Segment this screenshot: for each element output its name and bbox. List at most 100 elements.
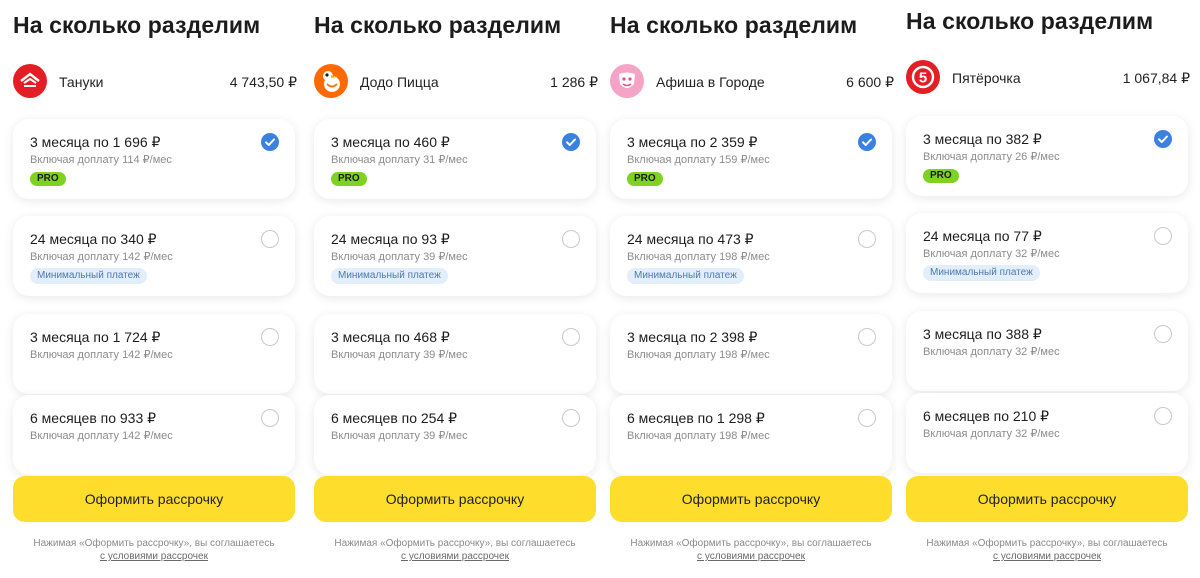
- terms-link[interactable]: с условиями рассрочек: [993, 551, 1101, 562]
- installment-option[interactable]: 24 месяца по 77 ₽ Включая доплату 32 ₽/м…: [906, 213, 1188, 293]
- radio-button[interactable]: [261, 409, 279, 427]
- terms-link[interactable]: с условиями рассрочек: [100, 551, 208, 562]
- option-sublabel: Включая доплату 39 ₽/мес: [331, 251, 468, 263]
- option-sublabel: Включая доплату 26 ₽/мес: [923, 151, 1060, 163]
- min-payment-badge: Минимальный платеж: [30, 268, 147, 284]
- option-label: 6 месяцев по 1 298 ₽: [627, 410, 765, 426]
- installment-option[interactable]: 3 месяца по 1 724 ₽ Включая доплату 142 …: [13, 314, 295, 394]
- checkmark-icon[interactable]: [562, 133, 580, 151]
- option-label: 3 месяца по 1 696 ₽: [30, 134, 161, 150]
- option-label: 24 месяца по 473 ₽: [627, 231, 754, 247]
- page-title: На сколько разделим: [610, 12, 858, 38]
- min-payment-badge: Минимальный платеж: [923, 265, 1040, 281]
- merchant-name: Додо Пицца: [360, 74, 439, 90]
- option-label: 3 месяца по 2 359 ₽: [627, 134, 758, 150]
- terms-link[interactable]: с условиями рассрочек: [401, 551, 509, 562]
- checkmark-icon[interactable]: [261, 133, 279, 151]
- installment-option[interactable]: 24 месяца по 473 ₽ Включая доплату 198 ₽…: [610, 216, 892, 296]
- checkout-installment-button[interactable]: Оформить рассрочку: [610, 476, 892, 522]
- option-sublabel: Включая доплату 198 ₽/мес: [627, 251, 770, 263]
- radio-button[interactable]: [858, 230, 876, 248]
- option-sublabel: Включая доплату 31 ₽/мес: [331, 154, 468, 166]
- radio-button[interactable]: [858, 409, 876, 427]
- checkout-installment-button[interactable]: Оформить рассрочку: [906, 476, 1188, 522]
- option-label: 3 месяца по 2 398 ₽: [627, 329, 758, 345]
- checkmark-icon[interactable]: [1154, 130, 1172, 148]
- option-label: 24 месяца по 93 ₽: [331, 231, 450, 247]
- pro-badge: PRO: [923, 169, 959, 183]
- option-label: 6 месяцев по 933 ₽: [30, 410, 157, 426]
- option-sublabel: Включая доплату 39 ₽/мес: [331, 349, 468, 361]
- option-sublabel: Включая доплату 142 ₽/мес: [30, 349, 173, 361]
- legal-note: Нажимая «Оформить рассрочку», вы соглаша…: [906, 537, 1188, 563]
- radio-button[interactable]: [1154, 407, 1172, 425]
- tanuki-logo-icon: [13, 64, 47, 98]
- terms-link[interactable]: с условиями рассрочек: [697, 551, 805, 562]
- page-title: На сколько разделим: [13, 12, 261, 38]
- option-label: 3 месяца по 382 ₽: [923, 131, 1042, 147]
- installment-panel-tanuki: На сколько разделим Тануки 4 743,50 ₽ 3 …: [13, 0, 299, 578]
- installment-option[interactable]: 6 месяцев по 254 ₽ Включая доплату 39 ₽/…: [314, 395, 596, 475]
- option-sublabel: Включая доплату 32 ₽/мес: [923, 346, 1060, 358]
- page-title: На сколько разделим: [314, 12, 562, 38]
- installment-option[interactable]: 3 месяца по 388 ₽ Включая доплату 32 ₽/м…: [906, 311, 1188, 391]
- merchant-amount: 6 600 ₽: [846, 74, 894, 90]
- option-sublabel: Включая доплату 142 ₽/мес: [30, 251, 173, 263]
- radio-button[interactable]: [1154, 227, 1172, 245]
- radio-button[interactable]: [562, 409, 580, 427]
- option-label: 6 месяцев по 254 ₽: [331, 410, 458, 426]
- legal-text: Нажимая «Оформить рассрочку», вы соглаша…: [33, 538, 275, 549]
- radio-button[interactable]: [562, 230, 580, 248]
- installment-option[interactable]: 24 месяца по 93 ₽ Включая доплату 39 ₽/м…: [314, 216, 596, 296]
- legal-text: Нажимая «Оформить рассрочку», вы соглаша…: [926, 538, 1168, 549]
- checkout-installment-button[interactable]: Оформить рассрочку: [314, 476, 596, 522]
- installment-option[interactable]: 3 месяца по 1 696 ₽ Включая доплату 114 …: [13, 119, 295, 199]
- radio-button[interactable]: [261, 230, 279, 248]
- option-sublabel: Включая доплату 114 ₽/мес: [30, 154, 172, 166]
- installment-option[interactable]: 3 месяца по 2 398 ₽ Включая доплату 198 …: [610, 314, 892, 394]
- page-title: На сколько разделим: [906, 8, 1154, 34]
- dodo-logo-icon: [314, 64, 348, 98]
- installment-option[interactable]: 3 месяца по 468 ₽ Включая доплату 39 ₽/м…: [314, 314, 596, 394]
- pro-badge: PRO: [30, 172, 66, 186]
- installment-panel-dodo: На сколько разделим Додо Пицца 1 286 ₽ 3…: [314, 0, 600, 578]
- option-sublabel: Включая доплату 159 ₽/мес: [627, 154, 770, 166]
- installment-panel-afisha: На сколько разделим Афиша в Городе 6 600…: [610, 0, 896, 578]
- option-label: 3 месяца по 388 ₽: [923, 326, 1042, 342]
- installment-panel-pyaterochka: На сколько разделим 5 Пятёрочка 1 067,84…: [906, 0, 1192, 578]
- radio-button[interactable]: [562, 328, 580, 346]
- merchant-row: Афиша в Городе 6 600 ₽: [610, 64, 896, 100]
- merchant-amount: 1 286 ₽: [550, 74, 598, 90]
- legal-note: Нажимая «Оформить рассрочку», вы соглаша…: [610, 537, 892, 563]
- legal-text: Нажимая «Оформить рассрочку», вы соглаша…: [334, 538, 576, 549]
- afisha-logo-icon: [610, 64, 644, 98]
- installment-option[interactable]: 3 месяца по 382 ₽ Включая доплату 26 ₽/м…: [906, 116, 1188, 196]
- option-sublabel: Включая доплату 32 ₽/мес: [923, 248, 1060, 260]
- option-sublabel: Включая доплату 198 ₽/мес: [627, 349, 770, 361]
- radio-button[interactable]: [858, 328, 876, 346]
- merchant-amount: 1 067,84 ₽: [1122, 70, 1190, 86]
- installment-option[interactable]: 6 месяцев по 1 298 ₽ Включая доплату 198…: [610, 395, 892, 475]
- pro-badge: PRO: [331, 172, 367, 186]
- option-label: 3 месяца по 460 ₽: [331, 134, 450, 150]
- option-sublabel: Включая доплату 39 ₽/мес: [331, 430, 468, 442]
- radio-button[interactable]: [1154, 325, 1172, 343]
- option-sublabel: Включая доплату 32 ₽/мес: [923, 428, 1060, 440]
- installment-option[interactable]: 24 месяца по 340 ₽ Включая доплату 142 ₽…: [13, 216, 295, 296]
- min-payment-badge: Минимальный платеж: [627, 268, 744, 284]
- svg-text:5: 5: [919, 70, 927, 87]
- merchant-row: Тануки 4 743,50 ₽: [13, 64, 299, 100]
- installment-option[interactable]: 6 месяцев по 210 ₽ Включая доплату 32 ₽/…: [906, 393, 1188, 473]
- merchant-amount: 4 743,50 ₽: [229, 74, 297, 90]
- radio-button[interactable]: [261, 328, 279, 346]
- checkout-installment-button[interactable]: Оформить рассрочку: [13, 476, 295, 522]
- legal-text: Нажимая «Оформить рассрочку», вы соглаша…: [630, 538, 872, 549]
- installment-option[interactable]: 6 месяцев по 933 ₽ Включая доплату 142 ₽…: [13, 395, 295, 475]
- option-label: 24 месяца по 340 ₽: [30, 231, 157, 247]
- merchant-row: 5 Пятёрочка 1 067,84 ₽: [906, 60, 1192, 96]
- installment-option[interactable]: 3 месяца по 2 359 ₽ Включая доплату 159 …: [610, 119, 892, 199]
- checkmark-icon[interactable]: [858, 133, 876, 151]
- merchant-row: Додо Пицца 1 286 ₽: [314, 64, 600, 100]
- option-label: 24 месяца по 77 ₽: [923, 228, 1042, 244]
- installment-option[interactable]: 3 месяца по 460 ₽ Включая доплату 31 ₽/м…: [314, 119, 596, 199]
